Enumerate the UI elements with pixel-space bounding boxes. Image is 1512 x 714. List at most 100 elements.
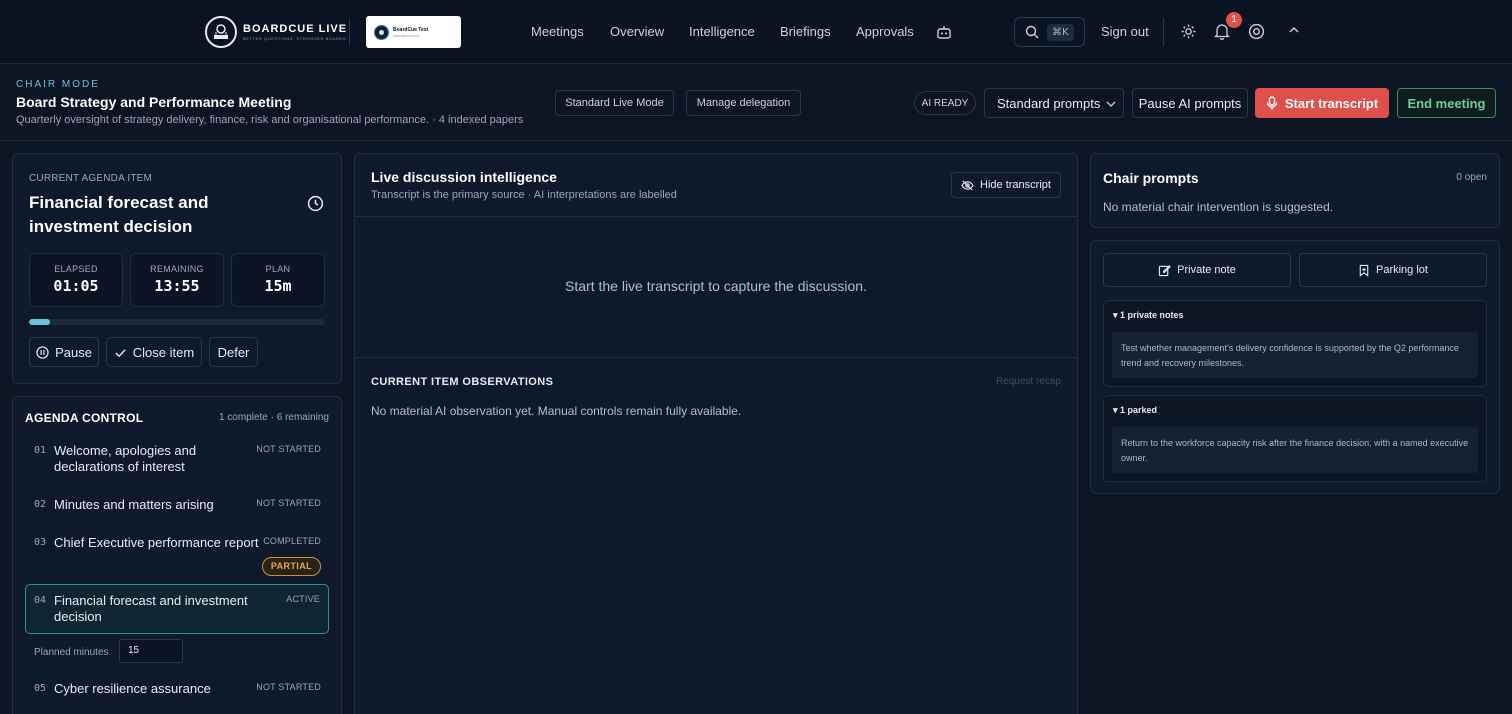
ai-status-badge: AI READY <box>914 91 976 115</box>
planned-minutes-label: Planned minutes <box>34 647 109 658</box>
agenda-item-01[interactable]: 01 Welcome, apologies and declarations o… <box>25 441 329 481</box>
remaining-value: 13:55 <box>154 277 200 295</box>
organisation-switcher[interactable]: BoardCue Test ORGANISATION <box>366 16 461 48</box>
help-icon[interactable] <box>1248 23 1265 43</box>
parked-item-text: Return to the workforce capacity risk af… <box>1112 427 1478 473</box>
private-note-button[interactable]: Private note <box>1103 253 1291 287</box>
elapsed-value: 01:05 <box>53 277 99 295</box>
private-notes-section: ▾ 1 private notes Test whether managemen… <box>1103 300 1487 387</box>
chevron-down-icon <box>1106 101 1116 107</box>
chair-prompts-title: Chair prompts <box>1103 170 1199 186</box>
top-navigation: BOARDCUE LIVE BETTER QUESTIONS. STRONGER… <box>0 0 1512 64</box>
pause-button[interactable]: Pause <box>29 337 99 367</box>
start-transcript-button[interactable]: Start transcript <box>1255 88 1389 118</box>
panel-divider <box>355 216 1077 217</box>
remaining-timer: REMAINING 13:55 <box>130 253 224 307</box>
nav-divider <box>1163 18 1164 46</box>
logo-mark-icon <box>205 16 237 48</box>
parked-items-toggle[interactable]: ▾ 1 parked <box>1113 405 1157 416</box>
live-discussion-subtitle: Transcript is the primary source · AI in… <box>371 189 677 201</box>
search-shortcut: ⌘K <box>1047 23 1074 41</box>
chair-prompts-count: 0 open <box>1456 172 1487 183</box>
manage-delegation-button[interactable]: Manage delegation <box>686 90 801 116</box>
search-button[interactable]: ⌘K <box>1014 17 1085 47</box>
pause-ai-prompts-button[interactable]: Pause AI prompts <box>1132 88 1248 118</box>
nav-link-meetings[interactable]: Meetings <box>531 24 584 39</box>
prompts-select-value: Standard prompts <box>997 95 1101 111</box>
live-discussion-panel: Live discussion intelligence Transcript … <box>354 153 1078 714</box>
current-agenda-title: Financial forecast and investment decisi… <box>29 193 209 236</box>
agenda-control-panel: AGENDA CONTROL 1 complete · 6 remaining … <box>12 396 342 714</box>
app-logo[interactable]: BOARDCUE LIVE BETTER QUESTIONS. STRONGER… <box>205 16 348 48</box>
current-agenda-label: CURRENT AGENDA ITEM <box>29 173 153 184</box>
agenda-item-02[interactable]: 02 Minutes and matters arising NOT START… <box>25 495 329 521</box>
bell-icon[interactable] <box>1213 23 1231 43</box>
close-item-button[interactable]: Close item <box>106 337 202 367</box>
agenda-item-status: COMPLETED <box>263 536 321 546</box>
meeting-subtitle: Quarterly oversight of strategy delivery… <box>16 114 524 126</box>
clock-icon[interactable] <box>307 195 324 215</box>
agenda-item-number: 02 <box>34 499 47 510</box>
elapsed-timer: ELAPSED 01:05 <box>29 253 123 307</box>
agenda-item-05[interactable]: 05 Cyber resilience assurance NOT STARTE… <box>25 679 329 703</box>
edit-note-icon <box>1158 264 1171 276</box>
check-icon <box>115 348 126 357</box>
robot-icon[interactable] <box>936 24 952 43</box>
agenda-item-number: 01 <box>34 445 47 456</box>
observations-title: CURRENT ITEM OBSERVATIONS <box>371 376 554 388</box>
chair-prompts-panel: Chair prompts 0 open No material chair i… <box>1090 153 1500 228</box>
agenda-item-status: ACTIVE <box>286 594 320 604</box>
notes-panel: Private note Parking lot ▾ 1 private not… <box>1090 240 1500 494</box>
agenda-item-title: Chief Executive performance report <box>54 535 259 550</box>
sign-out-link[interactable]: Sign out <box>1101 24 1149 39</box>
agenda-item-status: NOT STARTED <box>256 444 321 454</box>
notification-badge: 1 <box>1226 12 1242 28</box>
agenda-progress-fill <box>29 319 50 325</box>
organisation-logo-icon <box>374 24 389 40</box>
elapsed-label: ELAPSED <box>54 264 98 274</box>
agenda-item-status: NOT STARTED <box>256 498 321 508</box>
logo-tagline: BETTER QUESTIONS. STRONGER BOARDS. <box>243 36 348 41</box>
agenda-progress-bar <box>29 319 325 325</box>
gear-icon[interactable] <box>1180 23 1197 43</box>
agenda-item-number: 04 <box>34 595 47 606</box>
logo-title: BOARDCUE LIVE <box>243 23 348 35</box>
agenda-item-number: 03 <box>34 537 47 548</box>
parked-items-section: ▾ 1 parked Return to the workforce capac… <box>1103 395 1487 482</box>
agenda-item-title: Cyber resilience assurance <box>54 681 211 696</box>
hide-transcript-button[interactable]: Hide transcript <box>951 172 1061 198</box>
agenda-control-summary: 1 complete · 6 remaining <box>218 412 329 423</box>
meeting-header: CHAIR MODE Board Strategy and Performanc… <box>0 65 1512 141</box>
chevron-up-icon[interactable] <box>1287 23 1301 40</box>
parking-lot-button[interactable]: Parking lot <box>1299 253 1487 287</box>
defer-button[interactable]: Defer <box>209 337 258 367</box>
agenda-item-04[interactable]: 04 Financial forecast and investment dec… <box>25 584 329 634</box>
agenda-item-number: 05 <box>34 683 47 694</box>
nav-link-intelligence[interactable]: Intelligence <box>689 24 755 39</box>
nav-link-approvals[interactable]: Approvals <box>856 24 914 39</box>
observations-text: No material AI observation yet. Manual c… <box>371 404 742 418</box>
transcript-empty-state: Start the live transcript to capture the… <box>565 278 867 294</box>
private-notes-toggle[interactable]: ▾ 1 private notes <box>1113 310 1184 321</box>
agenda-item-status: NOT STARTED <box>256 682 321 692</box>
nav-link-overview[interactable]: Overview <box>610 24 664 39</box>
live-discussion-title: Live discussion intelligence <box>371 169 557 185</box>
nav-link-briefings[interactable]: Briefings <box>780 24 831 39</box>
private-note-text: Test whether management's delivery confi… <box>1112 332 1478 378</box>
search-icon <box>1025 25 1039 39</box>
pause-label: Pause <box>55 344 92 360</box>
chair-prompts-text: No material chair intervention is sugges… <box>1103 200 1334 214</box>
start-transcript-label: Start transcript <box>1284 95 1379 111</box>
planned-minutes-input[interactable]: 15 <box>119 639 183 663</box>
remaining-label: REMAINING <box>150 264 204 274</box>
request-recap-button[interactable]: Request recap <box>996 376 1061 387</box>
hide-transcript-label: Hide transcript <box>980 179 1051 191</box>
agenda-item-03[interactable]: 03 Chief Executive performance report CO… <box>25 533 329 577</box>
prompts-select[interactable]: Standard prompts <box>984 88 1124 118</box>
agenda-item-title: Welcome, apologies and declarations of i… <box>54 443 197 474</box>
organisation-name: BoardCue Test <box>393 26 429 33</box>
agenda-item-title: Financial forecast and investment decisi… <box>54 593 248 624</box>
end-meeting-button[interactable]: End meeting <box>1397 88 1496 118</box>
live-mode-button[interactable]: Standard Live Mode <box>555 90 674 116</box>
plan-timer: PLAN 15m <box>231 253 325 307</box>
